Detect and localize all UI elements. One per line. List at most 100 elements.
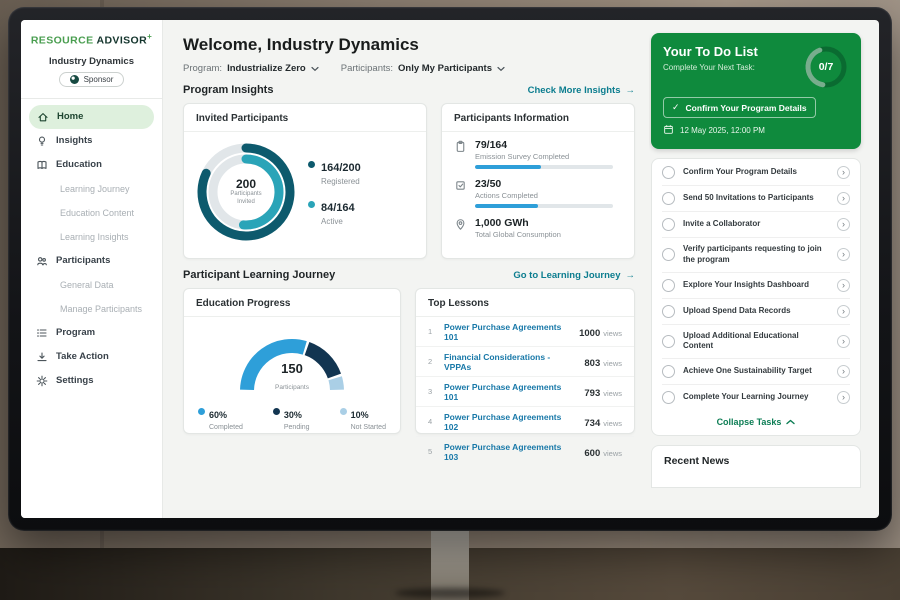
stand-shadow	[395, 588, 505, 598]
gauge-center-value: 150	[220, 361, 364, 376]
task-row[interactable]: Upload Spend Data Records ›	[662, 299, 850, 325]
todo-title: Your To Do List	[663, 44, 758, 59]
sidebar-item-learning-insights[interactable]: Learning Insights	[21, 225, 162, 249]
chevron-down-icon	[311, 66, 319, 72]
learning-journey-header: Participant Learning Journey Go to Learn…	[183, 269, 635, 281]
task-row[interactable]: Complete Your Learning Journey ›	[662, 385, 850, 410]
sidebar-item-label: Home	[57, 111, 83, 122]
next-task-chip[interactable]: ✓ Confirm Your Program Details	[663, 97, 816, 118]
not-started-legend-dot	[340, 408, 347, 415]
dashboard-screen: RESOURCE ADVISOR+ Industry Dynamics Spon…	[21, 20, 879, 518]
sidebar-item-education-content[interactable]: Education Content	[21, 201, 162, 225]
emission-survey-label: Emission Survey Completed	[475, 152, 613, 161]
task-checkbox[interactable]	[662, 248, 675, 261]
lightbulb-icon	[36, 135, 48, 147]
lesson-link[interactable]: Power Purchase Agreements 102	[444, 412, 576, 432]
sidebar-item-label: Insights	[56, 135, 92, 146]
task-chevron-icon[interactable]: ›	[837, 166, 850, 179]
home-icon	[37, 111, 49, 123]
active-legend-dot	[308, 201, 315, 208]
task-chevron-icon[interactable]: ›	[837, 391, 850, 404]
page-title: Welcome, Industry Dynamics	[183, 35, 635, 55]
task-checkbox[interactable]	[662, 305, 675, 318]
card-title: Participants Information	[442, 104, 634, 132]
program-insights-header: Program Insights Check More Insights →	[183, 84, 635, 96]
sidebar: RESOURCE ADVISOR+ Industry Dynamics Spon…	[21, 20, 163, 518]
lesson-link[interactable]: Power Purchase Agreements 101	[444, 322, 571, 342]
task-checkbox[interactable]	[662, 335, 675, 348]
pending-legend-dot	[273, 408, 280, 415]
chevron-down-icon	[497, 66, 505, 72]
task-chevron-icon[interactable]: ›	[837, 365, 850, 378]
participants-filter-dropdown[interactable]: Participants: Only My Participants	[341, 63, 505, 74]
chevron-up-icon	[786, 419, 795, 425]
task-row[interactable]: Explore Your Insights Dashboard ›	[662, 273, 850, 299]
lesson-link[interactable]: Power Purchase Agreements 103	[444, 442, 576, 462]
next-task-label: Confirm Your Program Details	[686, 103, 807, 113]
task-chevron-icon[interactable]: ›	[837, 248, 850, 261]
sidebar-item-general-data[interactable]: General Data	[21, 273, 162, 297]
sidebar-item-label: Learning Insights	[60, 232, 129, 242]
donut-center-label: Participants Invited	[225, 191, 267, 207]
monitor-frame: RESOURCE ADVISOR+ Industry Dynamics Spon…	[8, 7, 892, 531]
book-icon	[36, 159, 48, 171]
sidebar-item-learning-journey[interactable]: Learning Journey	[21, 177, 162, 201]
participants-filter-value: Only My Participants	[398, 63, 492, 74]
task-checkbox[interactable]	[662, 365, 675, 378]
emission-survey-value: 79/164	[475, 139, 613, 151]
gauge-center-label: Participants	[275, 384, 309, 391]
active-value: 84/164	[321, 202, 355, 214]
lesson-row: 1 Power Purchase Agreements 101 1000view…	[416, 317, 634, 347]
task-row[interactable]: Upload Additional Educational Content ›	[662, 325, 850, 360]
global-consumption-label: Total Global Consumption	[475, 230, 561, 239]
sidebar-item-label: Take Action	[56, 351, 109, 362]
task-checkbox[interactable]	[662, 279, 675, 292]
education-gauge-chart: 150 Participants	[220, 323, 364, 401]
task-chevron-icon[interactable]: ›	[837, 192, 850, 205]
active-label: Active	[321, 217, 355, 226]
task-row[interactable]: Invite a Collaborator ›	[662, 212, 850, 238]
gear-icon	[36, 375, 48, 387]
collapse-tasks-button[interactable]: Collapse Tasks	[662, 410, 850, 435]
not-started-pct: 10%	[351, 410, 369, 420]
actions-completed-label: Actions Completed	[475, 191, 613, 200]
check-more-insights-link[interactable]: Check More Insights →	[528, 85, 635, 96]
lesson-link[interactable]: Financial Considerations - VPPAs	[444, 352, 576, 372]
sidebar-item-education[interactable]: Education	[21, 153, 162, 177]
main-content: Welcome, Industry Dynamics Program: Indu…	[163, 20, 649, 518]
task-checkbox[interactable]	[662, 391, 675, 404]
task-chevron-icon[interactable]: ›	[837, 305, 850, 318]
go-to-learning-journey-link[interactable]: Go to Learning Journey →	[513, 270, 635, 281]
actions-completed-row: 23/50 Actions Completed	[442, 171, 634, 210]
sidebar-item-insights[interactable]: Insights	[21, 129, 162, 153]
task-checkbox[interactable]	[662, 218, 675, 231]
lesson-link[interactable]: Power Purchase Agreements 101	[444, 382, 576, 402]
task-chevron-icon[interactable]: ›	[837, 335, 850, 348]
app-logo: RESOURCE ADVISOR+	[21, 32, 162, 47]
sidebar-item-home[interactable]: Home	[29, 105, 154, 129]
program-filter-dropdown[interactable]: Program: Industrialize Zero	[183, 63, 319, 74]
task-row[interactable]: Send 50 Invitations to Participants ›	[662, 186, 850, 212]
sidebar-item-program[interactable]: Program	[21, 321, 162, 345]
task-chevron-icon[interactable]: ›	[837, 279, 850, 292]
participants-filter-label: Participants:	[341, 63, 393, 74]
sidebar-item-participants[interactable]: Participants	[21, 249, 162, 273]
sidebar-item-take-action[interactable]: Take Action	[21, 345, 162, 369]
task-row[interactable]: Confirm Your Program Details ›	[662, 160, 850, 186]
card-title: Invited Participants	[184, 104, 426, 132]
task-checkbox[interactable]	[662, 192, 675, 205]
sponsor-badge-label: Sponsor	[84, 75, 114, 84]
section-title: Program Insights	[183, 84, 273, 96]
task-checkbox[interactable]	[662, 166, 675, 179]
task-chevron-icon[interactable]: ›	[837, 218, 850, 231]
task-row[interactable]: Achieve One Sustainability Target ›	[662, 359, 850, 385]
recent-news-title: Recent News	[664, 455, 848, 467]
sidebar-item-label: Education	[56, 159, 102, 170]
donut-legend: 164/200 Registered 84/164 Active	[308, 158, 361, 226]
sidebar-item-settings[interactable]: Settings	[21, 369, 162, 393]
filter-bar: Program: Industrialize Zero Participants…	[183, 63, 635, 74]
task-row[interactable]: Verify participants requesting to join t…	[662, 238, 850, 273]
section-title: Participant Learning Journey	[183, 269, 335, 281]
sidebar-item-manage-participants[interactable]: Manage Participants	[21, 297, 162, 321]
recent-news-card: Recent News	[651, 445, 861, 488]
